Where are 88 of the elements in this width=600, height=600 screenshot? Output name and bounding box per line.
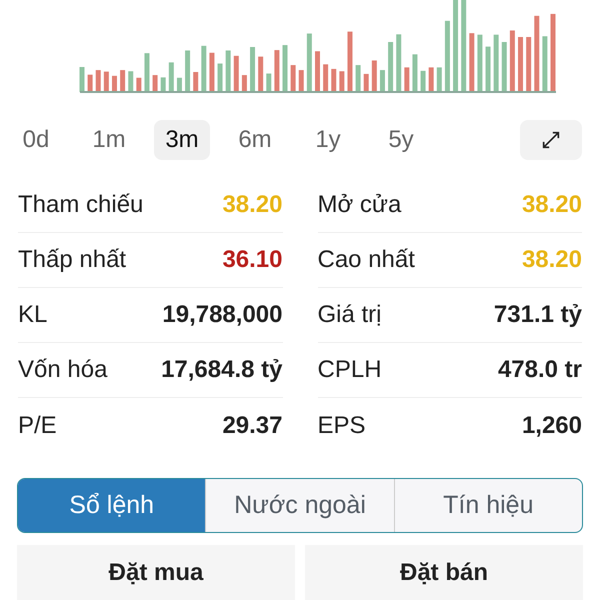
volume-bar <box>404 67 410 92</box>
volume-bar <box>282 45 288 92</box>
volume-bar <box>380 70 385 92</box>
volume-bar <box>120 70 126 92</box>
volume-bar <box>298 70 304 92</box>
volume-bar <box>444 20 450 92</box>
stat-value: 17,684.8 tỷ <box>161 355 282 385</box>
volume-bar <box>526 37 532 92</box>
volume-bar <box>226 50 231 92</box>
volume-bar <box>274 50 280 92</box>
stat-label: CPLH <box>318 355 382 385</box>
stat-label: Tham chiếu <box>18 190 144 220</box>
volume-bar <box>193 72 198 92</box>
volume-bar <box>420 70 426 92</box>
stat-label: Thấp nhất <box>18 245 126 275</box>
volume-bar <box>218 64 223 92</box>
segment-tab[interactable]: Nước ngoài <box>205 479 394 532</box>
volume-bar <box>412 54 418 92</box>
volume-bar <box>128 71 134 92</box>
stat-value: 38.20 <box>522 190 582 220</box>
range-tab[interactable]: 1m <box>81 120 137 160</box>
stat-label: Vốn hóa <box>18 355 108 385</box>
expand-icon <box>540 129 562 151</box>
volume-bar <box>168 62 174 92</box>
volume-bar <box>436 67 442 92</box>
volume-bar <box>88 74 93 92</box>
stat-value: 478.0 tr <box>498 355 582 385</box>
range-tab[interactable]: 1y <box>300 120 356 160</box>
volume-bar <box>331 68 336 92</box>
volume-bar <box>185 50 190 92</box>
volume-bar <box>347 32 352 92</box>
range-tab[interactable]: 5y <box>373 120 429 160</box>
volume-bar <box>144 53 150 92</box>
volume-bar <box>266 74 272 92</box>
volume-bar <box>494 34 499 92</box>
volume-bar <box>502 42 507 92</box>
volume-bar <box>242 75 247 92</box>
volume-bar <box>364 74 369 92</box>
volume-bar <box>234 56 239 92</box>
stat-value: 38.20 <box>522 245 582 275</box>
stat-value: 38.20 <box>222 190 282 220</box>
volume-bar <box>258 56 264 92</box>
volume-bar <box>486 46 491 92</box>
stat-value: 29.37 <box>222 410 282 440</box>
segment-tab[interactable]: Sổ lệnh <box>18 479 206 532</box>
volume-bar <box>96 70 101 92</box>
volume-bar <box>201 46 206 92</box>
order-button[interactable]: Đặt bán <box>305 545 583 600</box>
volume-bar <box>290 65 296 92</box>
stat-label: Cao nhất <box>318 245 415 275</box>
volume-bar <box>372 60 377 92</box>
volume-bar <box>250 47 256 92</box>
volume-bar <box>176 78 182 92</box>
volume-bar <box>152 75 158 92</box>
stat-value: 731.1 tỷ <box>494 300 582 330</box>
stat-label: Mở cửa <box>318 190 402 220</box>
volume-bar <box>315 51 320 92</box>
volume-bar <box>306 34 312 92</box>
stat-label: KL <box>18 300 48 330</box>
stat-value: 19,788,000 <box>162 300 282 330</box>
stat-value: 36.10 <box>222 245 282 275</box>
order-button[interactable]: Đặt mua <box>17 545 295 600</box>
volume-bar <box>209 52 214 92</box>
range-tab[interactable]: 0d <box>8 120 64 160</box>
segment-tab[interactable]: Tín hiệu <box>394 479 582 532</box>
volume-bar <box>160 77 166 92</box>
stat-label: Giá trị <box>318 300 382 330</box>
volume-bar <box>136 78 142 92</box>
range-tab[interactable]: 6m <box>227 120 283 160</box>
stat-value: 1,260 <box>522 410 582 440</box>
volume-bar <box>510 30 515 92</box>
volume-bar <box>518 37 524 92</box>
stat-label: P/E <box>18 410 57 440</box>
volume-bar <box>388 42 394 92</box>
volume-bar <box>396 34 402 92</box>
volume-bar <box>428 67 434 92</box>
volume-bar <box>477 34 482 92</box>
volume-bar <box>80 67 84 92</box>
volume-bar <box>323 64 328 92</box>
stat-label: EPS <box>318 410 366 440</box>
range-tab[interactable]: 3m <box>154 120 210 160</box>
volume-bar <box>542 36 548 92</box>
volume-bar <box>339 71 344 92</box>
volume-bar <box>112 76 117 92</box>
expand-button[interactable] <box>520 120 582 160</box>
volume-bar <box>356 65 361 92</box>
volume-bar <box>104 72 109 92</box>
volume-bar <box>469 33 474 92</box>
